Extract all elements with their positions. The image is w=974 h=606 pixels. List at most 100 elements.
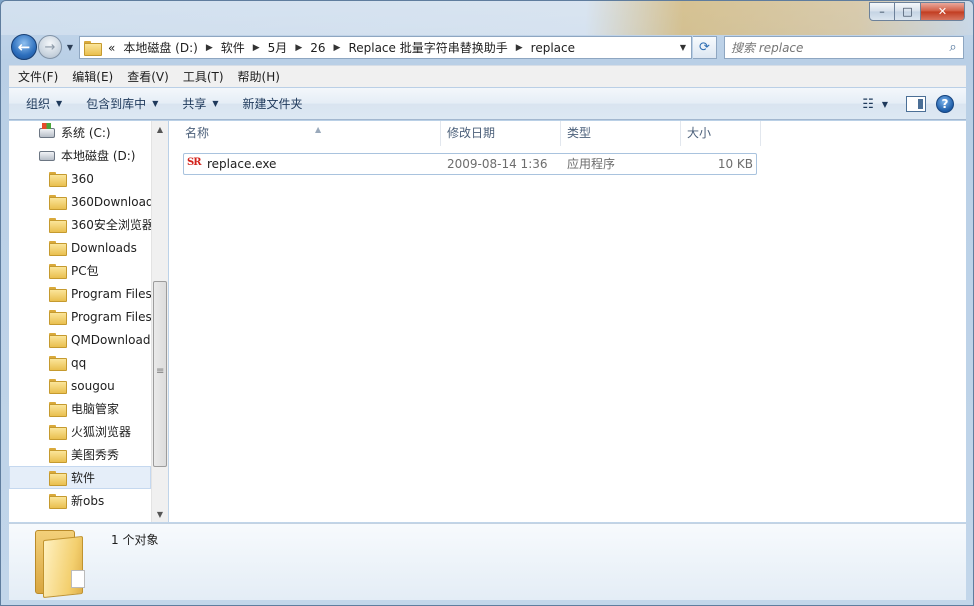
column-header-name[interactable]: 名称 ▲ xyxy=(179,121,441,146)
breadcrumb-separator-icon[interactable]: ▶ xyxy=(202,43,217,53)
command-bar: 组织 ▼ 包含到库中 ▼ 共享 ▼ 新建文件夹 ☷ ▼ ? xyxy=(9,88,966,120)
tree-item-folder-selected[interactable]: 软件 xyxy=(9,466,151,489)
menu-tools[interactable]: 工具(T) xyxy=(178,67,229,87)
menu-help[interactable]: 帮助(H) xyxy=(233,67,285,87)
file-name: replace.exe xyxy=(207,157,277,171)
menu-edit[interactable]: 编辑(E) xyxy=(67,67,118,87)
folder-icon xyxy=(49,241,67,256)
tree-item-label: QMDownload xyxy=(71,332,151,347)
caption-buttons: – □ ✕ xyxy=(869,2,965,21)
tree-item-folder[interactable]: 火狐浏览器 xyxy=(9,420,151,443)
tree-item-label: 火狐浏览器 xyxy=(71,425,132,439)
folder-icon xyxy=(49,471,67,486)
hard-drive-icon xyxy=(39,150,55,161)
scroll-thumb[interactable] xyxy=(153,281,167,467)
help-icon[interactable]: ? xyxy=(936,95,954,113)
include-in-library-button[interactable]: 包含到库中 ▼ xyxy=(77,92,167,116)
scroll-up-icon[interactable]: ▲ xyxy=(152,121,168,137)
folder-icon xyxy=(49,172,67,187)
dropdown-arrow-icon: ▼ xyxy=(152,99,159,108)
tree-item-drive-d[interactable]: 本地磁盘 (D:) xyxy=(9,144,151,167)
breadcrumb-separator-icon[interactable]: ▶ xyxy=(249,43,264,53)
address-dropdown-icon[interactable]: ▼ xyxy=(675,43,691,52)
forward-button[interactable]: → xyxy=(38,35,62,59)
breadcrumb-item[interactable]: 软件 xyxy=(217,39,249,56)
include-in-library-label: 包含到库中 xyxy=(86,97,147,111)
dropdown-arrow-icon: ▼ xyxy=(212,99,219,108)
share-button[interactable]: 共享 ▼ xyxy=(173,92,227,116)
system-drive-icon xyxy=(39,122,55,138)
tree-item-folder[interactable]: Program Files xyxy=(9,282,151,305)
tree-item-folder[interactable]: Downloads xyxy=(9,236,151,259)
column-header-size[interactable]: 大小 xyxy=(681,121,761,146)
breadcrumb-separator-icon[interactable]: ▶ xyxy=(330,43,345,53)
breadcrumb-item[interactable]: replace xyxy=(527,41,579,55)
breadcrumb-separator-icon[interactable]: ▶ xyxy=(291,43,306,53)
column-header-modified[interactable]: 修改日期 xyxy=(441,121,561,146)
search-box[interactable]: ⌕ xyxy=(724,36,964,59)
column-header-type[interactable]: 类型 xyxy=(561,121,681,146)
breadcrumb-item[interactable]: Replace 批量字符串替换助手 xyxy=(344,39,511,56)
refresh-button[interactable]: ⟳ xyxy=(693,36,717,59)
column-header-label: 名称 xyxy=(185,126,210,140)
tree-item-folder[interactable]: 360Downloads xyxy=(9,190,151,213)
minimize-button[interactable]: – xyxy=(869,2,895,21)
file-row[interactable]: SR replace.exe 2009-08-14 1:36 应用程序 10 K… xyxy=(183,153,757,175)
tree-item-folder[interactable]: sougou xyxy=(9,374,151,397)
tree-item-folder[interactable]: 360 xyxy=(9,167,151,190)
tree-item-folder[interactable]: PC包 xyxy=(9,259,151,282)
tree-item-folder[interactable]: Program Files (x86) xyxy=(9,305,151,328)
folder-icon xyxy=(49,356,67,371)
back-arrow-icon: ← xyxy=(17,38,31,56)
breadcrumb-overflow[interactable]: « xyxy=(104,41,119,55)
search-icon[interactable]: ⌕ xyxy=(943,40,963,55)
address-bar[interactable]: « 本地磁盘 (D:) ▶ 软件 ▶ 5月 ▶ 26 ▶ Replace 批量字… xyxy=(79,36,692,59)
change-view-button[interactable]: ☷ ▼ xyxy=(854,97,896,112)
breadcrumb-item[interactable]: 5月 xyxy=(264,39,292,56)
tree-item-label: 系统 (C:) xyxy=(61,126,111,140)
column-headers: 名称 ▲ 修改日期 类型 大小 xyxy=(169,121,966,146)
tree-item-label: 360 xyxy=(71,171,94,186)
command-bar-right: ☷ ▼ ? xyxy=(854,88,966,120)
new-folder-button[interactable]: 新建文件夹 xyxy=(234,92,312,116)
tree-item-folder[interactable]: qq xyxy=(9,351,151,374)
tree-item-label: qq xyxy=(71,355,87,370)
organize-button[interactable]: 组织 ▼ xyxy=(17,92,71,116)
file-size: 10 KB xyxy=(717,157,753,171)
breadcrumb-separator-icon[interactable]: ▶ xyxy=(512,43,527,53)
tree-scrollbar[interactable]: ▲ ▼ xyxy=(151,121,168,522)
folder-icon xyxy=(49,218,67,233)
tree-item-label: 电脑管家 xyxy=(71,402,120,416)
forward-arrow-icon: → xyxy=(44,39,56,55)
item-count: 1 个对象 xyxy=(111,533,159,547)
tree-item-folder[interactable]: QMDownload xyxy=(9,328,151,351)
maximize-button[interactable]: □ xyxy=(895,2,921,21)
tree-item-label: 360Downloads xyxy=(71,194,151,209)
folder-icon xyxy=(49,448,67,463)
menu-file[interactable]: 文件(F) xyxy=(13,67,63,87)
search-input[interactable] xyxy=(731,38,943,57)
sort-ascending-icon: ▲ xyxy=(315,125,322,134)
title-glass xyxy=(1,1,973,35)
tree-item-label: Downloads xyxy=(71,240,137,255)
scroll-down-icon[interactable]: ▼ xyxy=(152,506,168,522)
menu-view[interactable]: 查看(V) xyxy=(122,67,174,87)
tree-item-folder[interactable]: 美图秀秀 xyxy=(9,443,151,466)
breadcrumb-item[interactable]: 26 xyxy=(306,41,329,55)
preview-pane-icon[interactable] xyxy=(906,96,926,112)
tree-item-drive-c[interactable]: 系统 (C:) xyxy=(9,121,151,144)
navigation-bar: ← → ▼ « 本地磁盘 (D:) ▶ 软件 ▶ 5月 ▶ 26 ▶ Repla… xyxy=(1,33,973,61)
close-button[interactable]: ✕ xyxy=(921,2,965,21)
organize-label: 组织 xyxy=(26,97,51,111)
tree-item-folder[interactable]: 360安全浏览器下载 xyxy=(9,213,151,236)
tree-item-folder[interactable]: 新obs xyxy=(9,489,151,512)
dropdown-arrow-icon: ▼ xyxy=(56,99,63,108)
folder-icon xyxy=(49,310,67,325)
breadcrumb-item[interactable]: 本地磁盘 (D:) xyxy=(119,39,201,56)
tree-item-label: PC包 xyxy=(71,264,99,278)
back-button[interactable]: ← xyxy=(11,34,37,60)
recent-pages-dropdown[interactable]: ▼ xyxy=(65,41,75,53)
folder-icon xyxy=(49,287,67,302)
tree-item-label: Program Files (x86) xyxy=(71,309,151,324)
tree-item-folder[interactable]: 电脑管家 xyxy=(9,397,151,420)
